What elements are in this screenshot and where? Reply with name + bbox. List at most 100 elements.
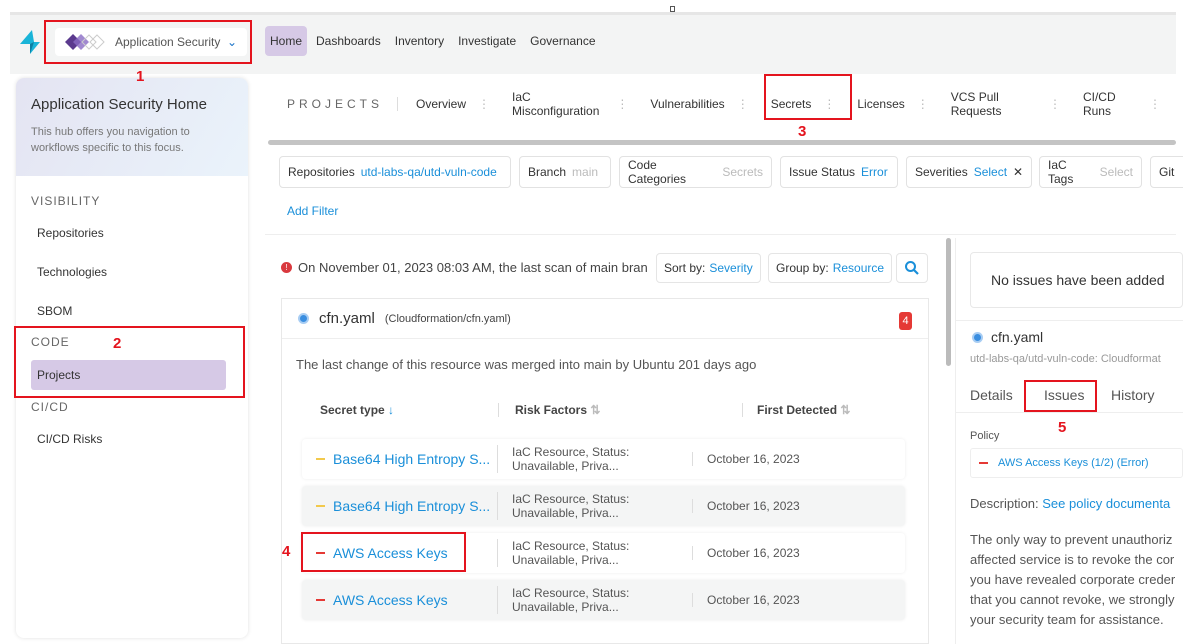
vertical-scrollbar[interactable] [946, 238, 951, 366]
sidebar-item-repositories[interactable]: Repositories [37, 226, 104, 240]
tab-overview[interactable]: Overview [416, 97, 466, 111]
more-icon[interactable]: ⋮ [478, 97, 490, 111]
secret-type-link[interactable]: AWS Access Keys [333, 592, 448, 608]
group-label: Group by: [776, 261, 829, 275]
filter-iac-tags[interactable]: IaC Tags Select [1039, 156, 1142, 188]
tab-details[interactable]: Details [970, 387, 1013, 403]
annotation-box-5 [1024, 380, 1097, 412]
more-icon[interactable]: ⋮ [616, 97, 628, 111]
error-icon: ! [281, 262, 292, 273]
sidebar-item-sbom[interactable]: SBOM [37, 304, 72, 318]
nav-governance[interactable]: Governance [525, 26, 600, 56]
sort-icon: ⇅ [590, 403, 601, 417]
description-line: your security team for assistance. [970, 612, 1164, 627]
sidebar-item-cicd-risks[interactable]: CI/CD Risks [37, 432, 102, 446]
policy-link[interactable]: AWS Access Keys (1/2) (Error) [998, 457, 1149, 469]
filter-repositories[interactable]: Repositories utd-labs-qa/utd-vuln-code [279, 156, 511, 188]
sidebar-hero: Application Security Home This hub offer… [16, 78, 248, 176]
policy-label: Policy [970, 430, 1000, 442]
tab-iac-misconfiguration[interactable]: IaC Misconfiguration [512, 90, 604, 118]
nav-inventory[interactable]: Inventory [390, 26, 449, 56]
severity-low-icon [316, 458, 325, 460]
severity-high-icon [316, 599, 325, 601]
filter-value: main [572, 165, 599, 179]
annotation-box-3 [764, 74, 852, 120]
table-row[interactable]: AWS Access Keys IaC Resource, Status: Una… [302, 580, 905, 620]
clear-filter-icon[interactable]: ✕ [1013, 165, 1023, 179]
filter-label: Code Categories [628, 158, 687, 186]
sidebar-subtitle: This hub offers you navigation to workfl… [31, 126, 190, 154]
resource-name: cfn.yaml [319, 310, 375, 327]
window-handle [670, 6, 675, 12]
column-risk-factors[interactable]: Risk Factors ⇅ [498, 403, 600, 417]
nav-dashboards[interactable]: Dashboards [311, 26, 386, 56]
description-line: affected service is to revoke the cor [970, 552, 1175, 567]
main-nav: Home Dashboards Inventory Investigate Go… [265, 26, 601, 56]
first-detected: October 16, 2023 [692, 452, 800, 466]
annotation-number: 2 [113, 335, 122, 352]
tab-licenses[interactable]: Licenses [857, 97, 904, 111]
filter-label: Repositories [288, 165, 355, 179]
filter-branch[interactable]: Branch main [519, 156, 611, 188]
more-icon[interactable]: ⋮ [1049, 97, 1061, 111]
resource-header[interactable]: cfn.yaml (Cloudformation/cfn.yaml) 4 [282, 299, 928, 339]
search-button[interactable] [896, 253, 928, 283]
sidebar-item-technologies[interactable]: Technologies [37, 265, 107, 279]
tab-vulnerabilities[interactable]: Vulnerabilities [650, 97, 724, 111]
filter-code-categories[interactable]: Code Categories Secrets [619, 156, 772, 188]
scan-message: ! On November 01, 2023 08:03 AM, the last… [281, 260, 648, 275]
annotation-box-4 [301, 532, 466, 572]
search-icon [905, 261, 919, 275]
filter-severities[interactable]: Severities Select ✕ [906, 156, 1032, 188]
app-logo-icon[interactable] [20, 30, 40, 54]
filter-issue-status[interactable]: Issue Status Error [780, 156, 898, 188]
sort-value: Severity [709, 261, 753, 275]
filter-label: Severities [915, 165, 968, 179]
nav-investigate[interactable]: Investigate [453, 26, 521, 56]
secret-type-link[interactable]: Base64 High Entropy S... [333, 498, 490, 514]
description: Description: See policy documenta [970, 496, 1170, 511]
table-row[interactable]: Base64 High Entropy S... IaC Resource, St… [302, 486, 905, 526]
column-first-detected[interactable]: First Detected ⇅ [742, 403, 850, 417]
annotation-number: 4 [282, 543, 291, 560]
description-line: you have revealed corporate creder [970, 572, 1176, 587]
first-detected: October 16, 2023 [692, 593, 800, 607]
add-filter-button[interactable]: Add Filter [287, 204, 338, 218]
tab-cicd-runs[interactable]: CI/CD Runs [1083, 90, 1137, 118]
description-line: The only way to prevent unauthoriz [970, 532, 1173, 547]
cloudformation-icon [298, 313, 309, 324]
no-issues-box: No issues have been added [970, 252, 1183, 308]
horizontal-scrollbar[interactable] [268, 140, 1176, 145]
sort-by-dropdown[interactable]: Sort by: Severity [656, 253, 761, 283]
table-row[interactable]: Base64 High Entropy S... IaC Resource, St… [302, 439, 905, 479]
group-by-dropdown[interactable]: Group by: Resource [768, 253, 893, 283]
column-label: Risk Factors [515, 403, 588, 417]
last-change-text: The last change of this resource was mer… [296, 357, 757, 372]
filter-value: Select [973, 165, 1008, 179]
tab-history[interactable]: History [1111, 387, 1155, 403]
filter-label: Git [1159, 165, 1175, 179]
first-detected: October 16, 2023 [692, 546, 800, 560]
secret-type-link[interactable]: Base64 High Entropy S... [333, 451, 490, 467]
resource-card: cfn.yaml (Cloudformation/cfn.yaml) 4 The… [281, 298, 929, 644]
filter-git[interactable]: Git [1150, 156, 1183, 188]
severity-low-icon [316, 505, 325, 507]
sort-icon: ⇅ [840, 403, 851, 417]
first-detected: October 16, 2023 [692, 499, 800, 513]
nav-home[interactable]: Home [265, 26, 308, 56]
more-icon[interactable]: ⋮ [1149, 97, 1161, 111]
annotation-box-1 [44, 20, 252, 64]
filter-value: Error [861, 165, 888, 179]
policy-item[interactable]: AWS Access Keys (1/2) (Error) [970, 448, 1183, 478]
more-icon[interactable]: ⋮ [737, 97, 749, 111]
description-label: Description: [970, 496, 1039, 511]
divider [265, 234, 1176, 235]
column-secret-type[interactable]: Secret type ↓ [320, 403, 394, 417]
projects-tabs: PROJECTS Overview ⋮ IaC Misconfiguration ⋮… [287, 90, 1183, 118]
filter-label: IaC Tags [1048, 158, 1074, 186]
panel-subtitle: utd-labs-qa/utd-vuln-code: Cloudformat [970, 353, 1161, 365]
more-icon[interactable]: ⋮ [917, 97, 929, 111]
policy-doc-link[interactable]: See policy documenta [1042, 496, 1170, 511]
tab-vcs-pull-requests[interactable]: VCS Pull Requests [951, 90, 1037, 118]
annotation-number: 5 [1058, 419, 1067, 436]
